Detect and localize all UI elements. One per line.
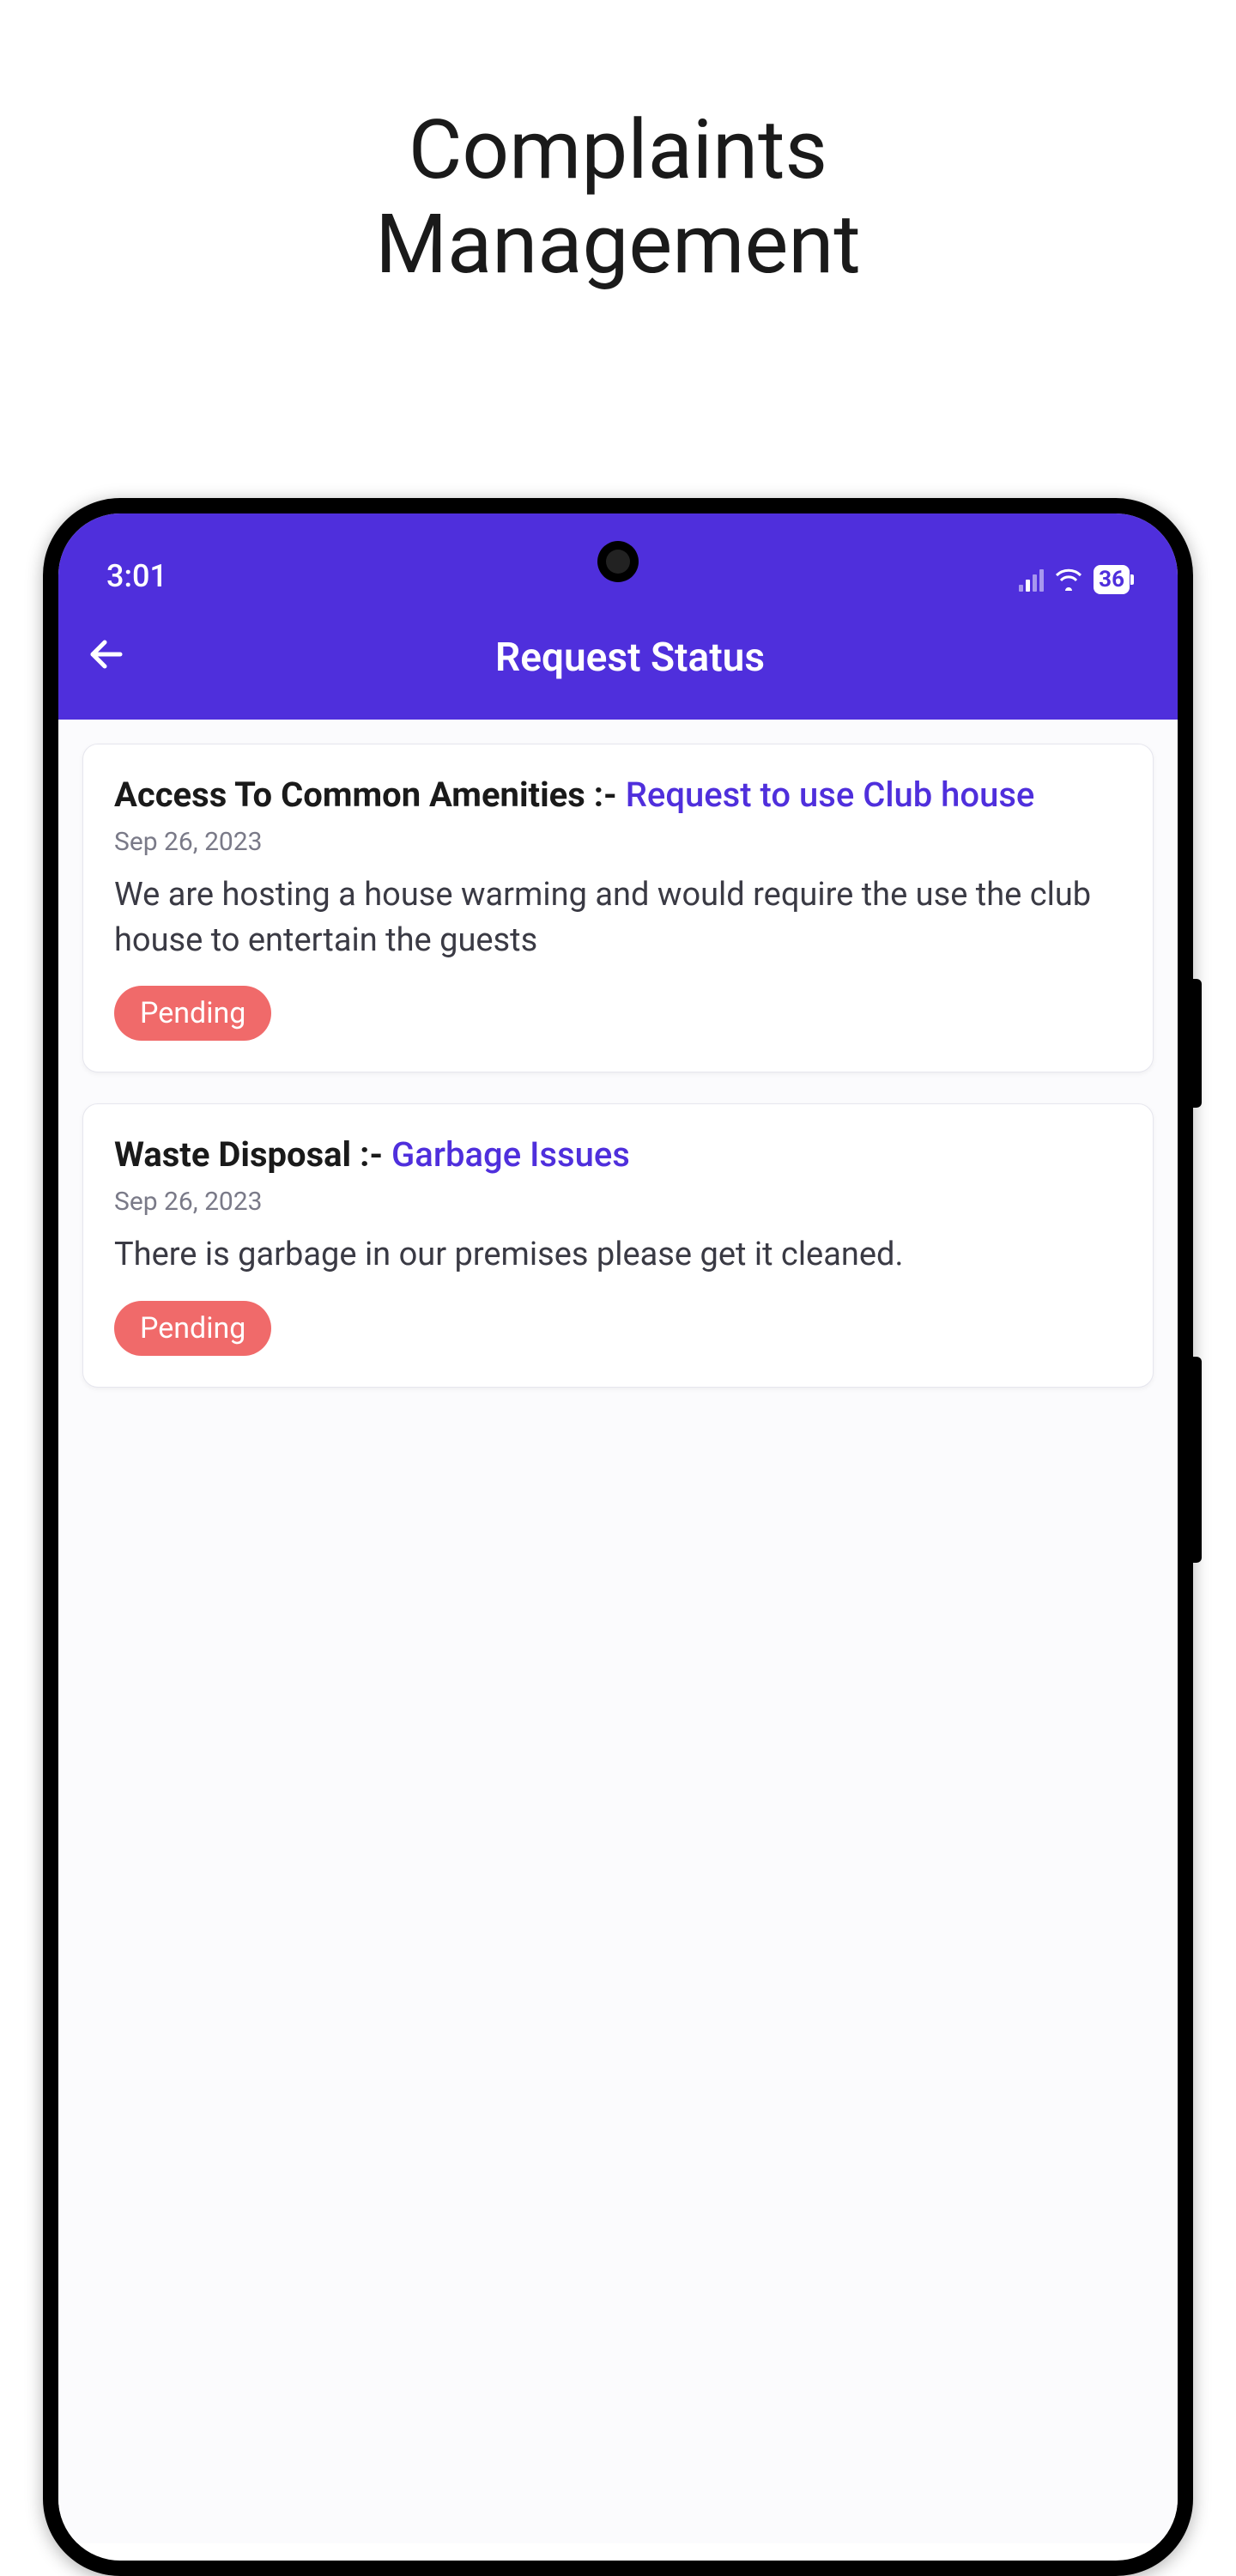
page-heading: Complaints Management	[0, 103, 1236, 293]
request-card-0[interactable]: Access To Common Amenities :- Request to…	[82, 744, 1154, 1072]
app-title: Request Status	[161, 635, 1099, 681]
request-description: There is garbage in our premises please …	[114, 1232, 1122, 1278]
back-button[interactable]	[86, 634, 127, 682]
phone-side-button-1	[1193, 979, 1202, 1108]
status-time: 3:01	[106, 558, 167, 594]
request-subject: Garbage Issues	[391, 1134, 630, 1175]
arrow-left-icon	[86, 634, 127, 675]
request-category: Waste Disposal :-	[114, 1134, 391, 1175]
battery-level: 36	[1099, 567, 1124, 592]
phone-frame: 3:01 36 Request Status Access To Com	[43, 498, 1193, 2576]
request-date: Sep 26, 2023	[114, 827, 1122, 857]
app-bar: Request Status	[58, 608, 1178, 720]
status-badge: Pending	[114, 986, 271, 1041]
request-date: Sep 26, 2023	[114, 1187, 1122, 1217]
card-title: Access To Common Amenities :- Request to…	[114, 772, 1122, 818]
heading-line-2: Management	[375, 197, 861, 293]
request-description: We are hosting a house warming and would…	[114, 872, 1122, 963]
wifi-icon	[1054, 568, 1083, 591]
phone-screen: 3:01 36 Request Status Access To Com	[58, 513, 1178, 2561]
phone-side-button-2	[1193, 1357, 1202, 1563]
status-badge: Pending	[114, 1301, 271, 1356]
signal-icon	[1019, 568, 1044, 592]
content-area[interactable]: Access To Common Amenities :- Request to…	[58, 720, 1178, 2543]
request-card-1[interactable]: Waste Disposal :- Garbage Issues Sep 26,…	[82, 1103, 1154, 1387]
request-category: Access To Common Amenities :-	[114, 775, 626, 815]
camera-notch	[597, 541, 639, 582]
status-right: 36	[1019, 565, 1130, 594]
battery-icon: 36	[1094, 565, 1130, 594]
request-subject: Request to use Club house	[626, 775, 1035, 815]
heading-line-1: Complaints	[409, 102, 827, 198]
card-title: Waste Disposal :- Garbage Issues	[114, 1132, 1122, 1178]
